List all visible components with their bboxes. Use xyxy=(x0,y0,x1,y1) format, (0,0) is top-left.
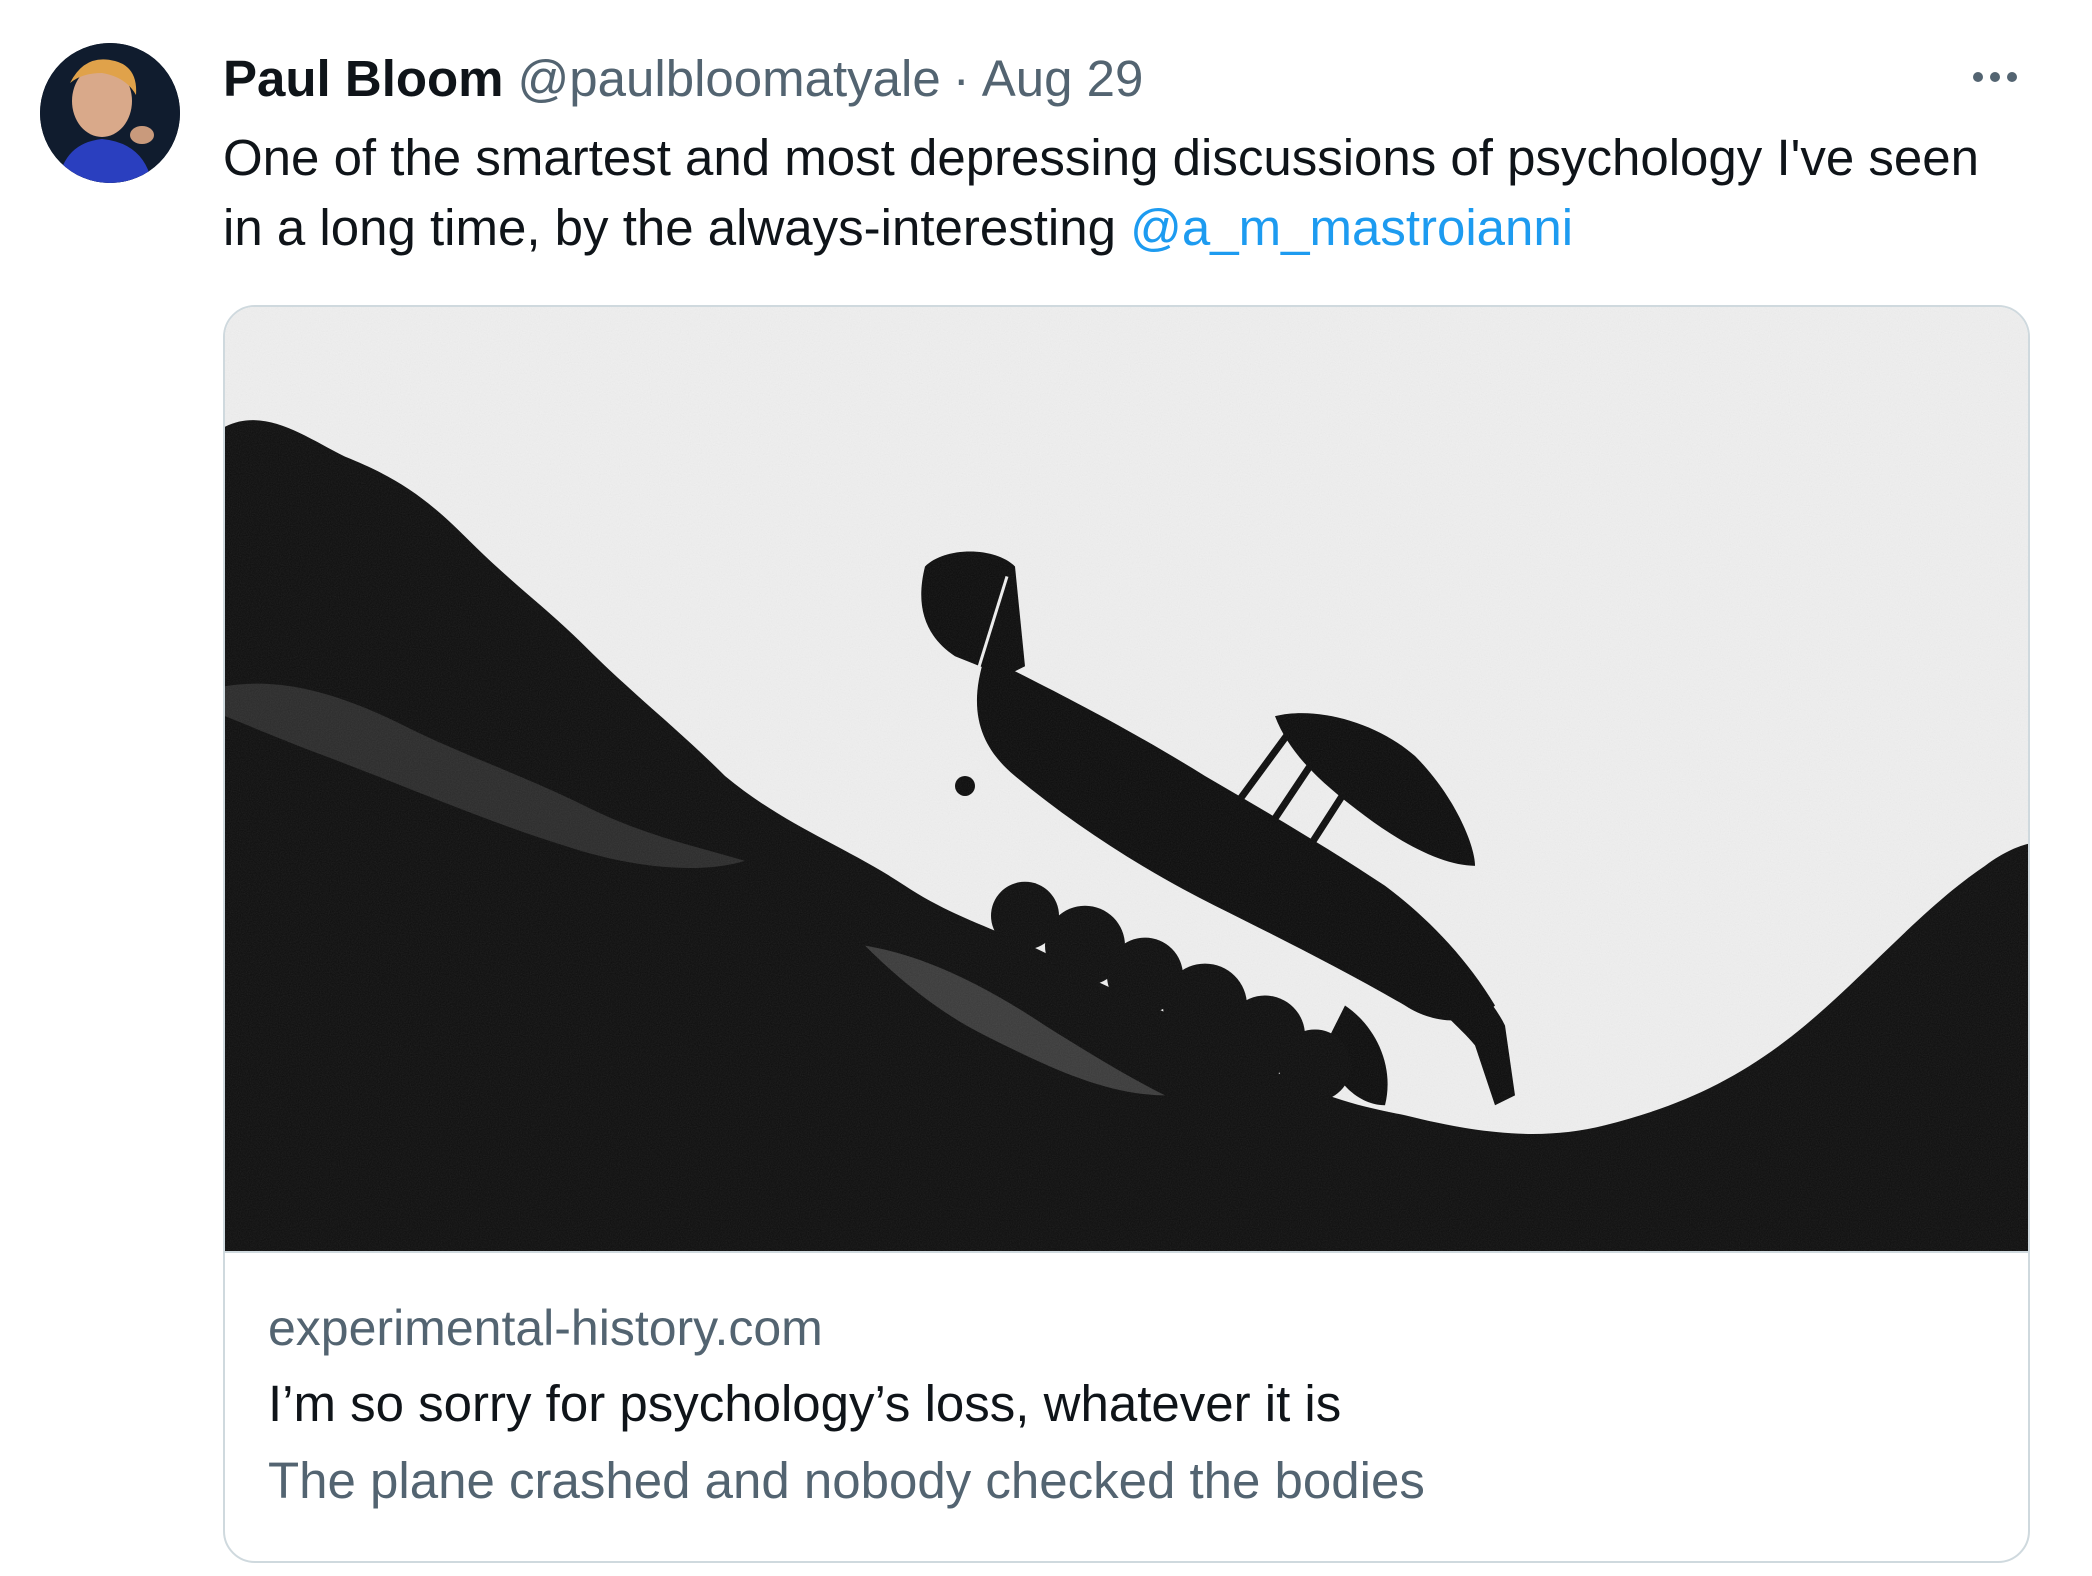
header-separator: · xyxy=(952,50,970,107)
tweet-date[interactable]: Aug 29 xyxy=(982,48,1144,110)
card-title: I’m so sorry for psychology’s loss, what… xyxy=(268,1375,1342,1432)
tweet-body-text: One of the smartest and most depressing … xyxy=(223,129,1979,256)
more-dot xyxy=(1973,72,1983,82)
tweet[interactable]: Paul Bloom @paulbloomatyale · Aug 29 One… xyxy=(0,0,2092,1576)
link-preview-card[interactable]: experimental-history.com I’m so sorry fo… xyxy=(223,305,2030,1563)
more-horizontal-icon[interactable] xyxy=(1960,62,2030,92)
card-meta: experimental-history.com I’m so sorry fo… xyxy=(268,1292,1988,1518)
mention-link[interactable]: @a_m_mastroianni xyxy=(1130,199,1573,256)
tweet-header: Paul Bloom @paulbloomatyale · Aug 29 xyxy=(223,48,1143,110)
author-handle[interactable]: @paulbloomatyale xyxy=(518,48,941,110)
author-name[interactable]: Paul Bloom xyxy=(223,48,504,110)
avatar-image xyxy=(40,43,180,183)
more-dot xyxy=(1990,72,2000,82)
card-image xyxy=(225,307,2028,1253)
more-dot xyxy=(2007,72,2017,82)
plane-crash-image xyxy=(225,307,2028,1251)
card-domain: experimental-history.com xyxy=(268,1300,823,1356)
card-description: The plane crashed and nobody checked the… xyxy=(268,1452,1425,1509)
avatar[interactable] xyxy=(40,43,180,183)
tweet-text: One of the smartest and most depressing … xyxy=(223,123,2023,263)
